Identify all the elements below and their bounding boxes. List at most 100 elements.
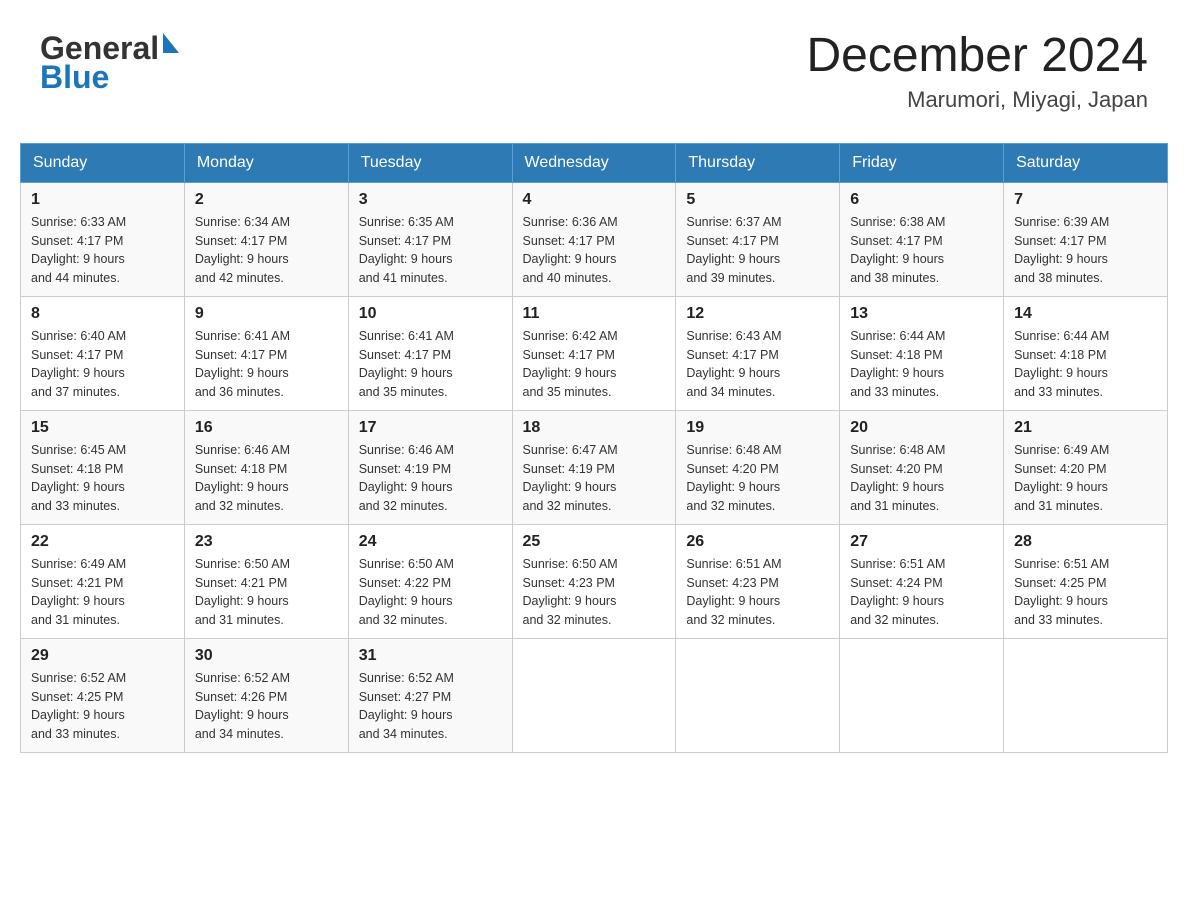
day-of-week-header: Tuesday	[348, 143, 512, 182]
day-number: 8	[31, 305, 174, 323]
title-section: December 2024 Marumori, Miyagi, Japan	[806, 30, 1148, 113]
calendar-day-cell: 22 Sunrise: 6:49 AMSunset: 4:21 PMDayligh…	[21, 524, 185, 638]
day-number: 2	[195, 191, 338, 209]
calendar-day-cell: 28Sunrise: 6:51 AMSunset: 4:25 PMDayligh…	[1004, 524, 1168, 638]
day-number: 1	[31, 191, 174, 209]
day-number: 18	[523, 419, 666, 437]
calendar-day-cell: 18Sunrise: 6:47 AMSunset: 4:19 PMDayligh…	[512, 410, 676, 524]
day-of-week-header: Sunday	[21, 143, 185, 182]
month-year-title: December 2024	[806, 30, 1148, 83]
day-number: 22	[31, 533, 174, 551]
calendar-table: SundayMondayTuesdayWednesdayThursdayFrid…	[20, 143, 1168, 753]
day-of-week-header: Thursday	[676, 143, 840, 182]
calendar-header-row: SundayMondayTuesdayWednesdayThursdayFrid…	[21, 143, 1168, 182]
day-info: Sunrise: 6:51 AMSunset: 4:23 PMDaylight:…	[686, 555, 829, 630]
day-info: Sunrise: 6:43 AMSunset: 4:17 PMDaylight:…	[686, 327, 829, 402]
day-info: Sunrise: 6:51 AMSunset: 4:25 PMDaylight:…	[1014, 555, 1157, 630]
calendar-day-cell: 17 Sunrise: 6:46 AMSunset: 4:19 PMDayligh…	[348, 410, 512, 524]
day-number: 4	[523, 191, 666, 209]
calendar-day-cell: 2Sunrise: 6:34 AMSunset: 4:17 PMDaylight…	[184, 182, 348, 296]
calendar-week-row: 22 Sunrise: 6:49 AMSunset: 4:21 PMDayligh…	[21, 524, 1168, 638]
calendar-day-cell: 20 Sunrise: 6:48 AMSunset: 4:20 PMDayligh…	[840, 410, 1004, 524]
day-number: 27	[850, 533, 993, 551]
day-info: Sunrise: 6:42 AMSunset: 4:17 PMDaylight:…	[523, 327, 666, 402]
day-number: 17	[359, 419, 502, 437]
day-number: 20	[850, 419, 993, 437]
calendar-week-row: 29 Sunrise: 6:52 AMSunset: 4:25 PMDayligh…	[21, 638, 1168, 752]
day-number: 24	[359, 533, 502, 551]
day-number: 6	[850, 191, 993, 209]
day-info: Sunrise: 6:40 AMSunset: 4:17 PMDaylight:…	[31, 327, 174, 402]
day-info: Sunrise: 6:52 AMSunset: 4:26 PMDaylight:…	[195, 669, 338, 744]
calendar-day-cell: 9Sunrise: 6:41 AMSunset: 4:17 PMDaylight…	[184, 296, 348, 410]
calendar-day-cell: 3Sunrise: 6:35 AMSunset: 4:17 PMDaylight…	[348, 182, 512, 296]
day-info: Sunrise: 6:46 AMSunset: 4:18 PMDaylight:…	[195, 441, 338, 516]
day-info: Sunrise: 6:45 AMSunset: 4:18 PMDaylight:…	[31, 441, 174, 516]
day-info: Sunrise: 6:46 AMSunset: 4:19 PMDaylight:…	[359, 441, 502, 516]
calendar-day-cell: 5 Sunrise: 6:37 AMSunset: 4:17 PMDaylight…	[676, 182, 840, 296]
calendar-day-cell: 24 Sunrise: 6:50 AMSunset: 4:22 PMDayligh…	[348, 524, 512, 638]
calendar-day-cell: 1 Sunrise: 6:33 AMSunset: 4:17 PMDaylight…	[21, 182, 185, 296]
logo: General Blue	[40, 30, 179, 96]
day-number: 19	[686, 419, 829, 437]
day-number: 21	[1014, 419, 1157, 437]
day-info: Sunrise: 6:33 AMSunset: 4:17 PMDaylight:…	[31, 213, 174, 288]
calendar-day-cell: 7 Sunrise: 6:39 AMSunset: 4:17 PMDaylight…	[1004, 182, 1168, 296]
day-info: Sunrise: 6:44 AMSunset: 4:18 PMDaylight:…	[1014, 327, 1157, 402]
day-of-week-header: Wednesday	[512, 143, 676, 182]
day-info: Sunrise: 6:50 AMSunset: 4:21 PMDaylight:…	[195, 555, 338, 630]
day-info: Sunrise: 6:52 AMSunset: 4:25 PMDaylight:…	[31, 669, 174, 744]
calendar-day-cell	[512, 638, 676, 752]
day-number: 31	[359, 647, 502, 665]
calendar-day-cell: 14Sunrise: 6:44 AMSunset: 4:18 PMDayligh…	[1004, 296, 1168, 410]
day-info: Sunrise: 6:52 AMSunset: 4:27 PMDaylight:…	[359, 669, 502, 744]
day-number: 23	[195, 533, 338, 551]
day-number: 26	[686, 533, 829, 551]
day-number: 29	[31, 647, 174, 665]
day-info: Sunrise: 6:50 AMSunset: 4:23 PMDaylight:…	[523, 555, 666, 630]
day-info: Sunrise: 6:38 AMSunset: 4:17 PMDaylight:…	[850, 213, 993, 288]
calendar-day-cell: 11 Sunrise: 6:42 AMSunset: 4:17 PMDayligh…	[512, 296, 676, 410]
day-info: Sunrise: 6:49 AMSunset: 4:20 PMDaylight:…	[1014, 441, 1157, 516]
page-header: General Blue December 2024 Marumori, Miy…	[20, 20, 1168, 123]
calendar-day-cell: 19 Sunrise: 6:48 AMSunset: 4:20 PMDayligh…	[676, 410, 840, 524]
calendar-day-cell	[840, 638, 1004, 752]
calendar-day-cell: 12 Sunrise: 6:43 AMSunset: 4:17 PMDayligh…	[676, 296, 840, 410]
calendar-day-cell: 13 Sunrise: 6:44 AMSunset: 4:18 PMDayligh…	[840, 296, 1004, 410]
day-number: 9	[195, 305, 338, 323]
calendar-day-cell: 10Sunrise: 6:41 AMSunset: 4:17 PMDayligh…	[348, 296, 512, 410]
day-number: 10	[359, 305, 502, 323]
day-number: 15	[31, 419, 174, 437]
logo-triangle-icon	[163, 33, 179, 53]
day-of-week-header: Monday	[184, 143, 348, 182]
day-number: 25	[523, 533, 666, 551]
day-number: 5	[686, 191, 829, 209]
logo-blue-text: Blue	[40, 59, 109, 96]
day-number: 16	[195, 419, 338, 437]
calendar-day-cell: 25 Sunrise: 6:50 AMSunset: 4:23 PMDayligh…	[512, 524, 676, 638]
day-info: Sunrise: 6:48 AMSunset: 4:20 PMDaylight:…	[850, 441, 993, 516]
day-info: Sunrise: 6:39 AMSunset: 4:17 PMDaylight:…	[1014, 213, 1157, 288]
day-info: Sunrise: 6:44 AMSunset: 4:18 PMDaylight:…	[850, 327, 993, 402]
calendar-day-cell: 8 Sunrise: 6:40 AMSunset: 4:17 PMDaylight…	[21, 296, 185, 410]
calendar-day-cell: 16 Sunrise: 6:46 AMSunset: 4:18 PMDayligh…	[184, 410, 348, 524]
day-number: 11	[523, 305, 666, 323]
day-info: Sunrise: 6:50 AMSunset: 4:22 PMDaylight:…	[359, 555, 502, 630]
calendar-day-cell: 29 Sunrise: 6:52 AMSunset: 4:25 PMDayligh…	[21, 638, 185, 752]
calendar-day-cell: 4Sunrise: 6:36 AMSunset: 4:17 PMDaylight…	[512, 182, 676, 296]
day-number: 13	[850, 305, 993, 323]
calendar-week-row: 15 Sunrise: 6:45 AMSunset: 4:18 PMDayligh…	[21, 410, 1168, 524]
calendar-day-cell	[676, 638, 840, 752]
day-of-week-header: Saturday	[1004, 143, 1168, 182]
day-number: 12	[686, 305, 829, 323]
day-info: Sunrise: 6:51 AMSunset: 4:24 PMDaylight:…	[850, 555, 993, 630]
day-info: Sunrise: 6:49 AMSunset: 4:21 PMDaylight:…	[31, 555, 174, 630]
calendar-day-cell: 15 Sunrise: 6:45 AMSunset: 4:18 PMDayligh…	[21, 410, 185, 524]
calendar-day-cell: 26 Sunrise: 6:51 AMSunset: 4:23 PMDayligh…	[676, 524, 840, 638]
calendar-day-cell	[1004, 638, 1168, 752]
day-info: Sunrise: 6:48 AMSunset: 4:20 PMDaylight:…	[686, 441, 829, 516]
calendar-day-cell: 30 Sunrise: 6:52 AMSunset: 4:26 PMDayligh…	[184, 638, 348, 752]
day-number: 7	[1014, 191, 1157, 209]
day-number: 30	[195, 647, 338, 665]
day-info: Sunrise: 6:37 AMSunset: 4:17 PMDaylight:…	[686, 213, 829, 288]
